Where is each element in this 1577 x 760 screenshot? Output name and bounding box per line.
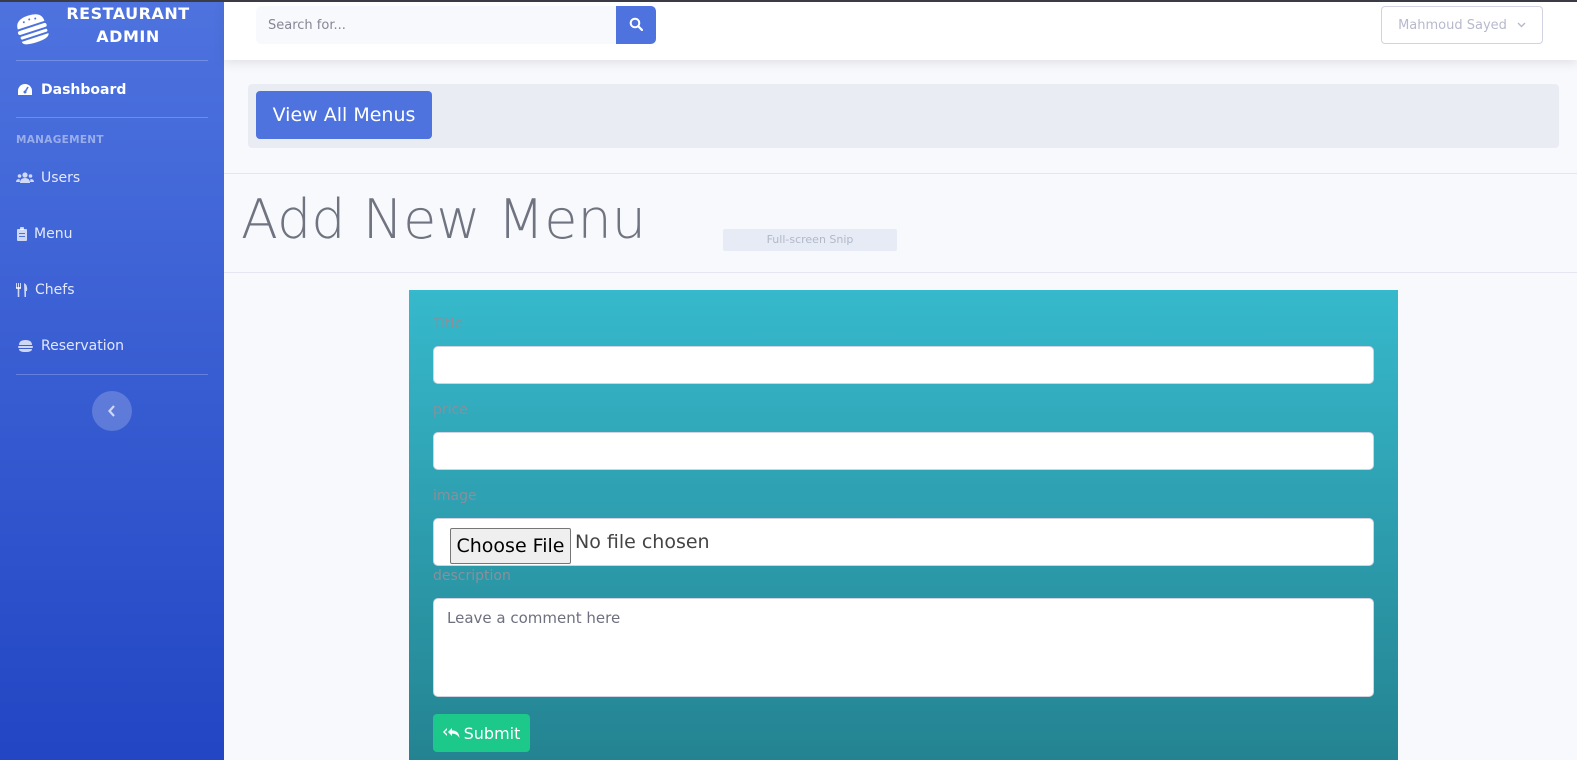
sidebar-item-label: Reservation bbox=[41, 338, 125, 354]
search-bar bbox=[256, 6, 656, 44]
sidebar: RESTAURANT ADMIN Dashboard MANAGEMENT Us… bbox=[0, 0, 224, 760]
tachometer-icon bbox=[16, 82, 34, 98]
user-dropdown[interactable]: Mahmoud Sayed bbox=[1381, 6, 1543, 44]
sidebar-toggle-button[interactable] bbox=[92, 391, 132, 431]
header-divider bbox=[224, 272, 1577, 273]
image-label: image bbox=[433, 488, 477, 504]
add-menu-form: Title price image Choose File No file ch… bbox=[409, 290, 1398, 760]
sidebar-item-label: Menu bbox=[34, 226, 73, 242]
description-label: description bbox=[433, 568, 511, 584]
reply-all-icon bbox=[442, 727, 460, 739]
sidebar-item-label: Chefs bbox=[35, 282, 75, 298]
title-label: Title bbox=[433, 316, 464, 332]
hamburger-icon bbox=[16, 338, 34, 354]
search-button[interactable] bbox=[616, 6, 656, 44]
sidebar-item-label: Dashboard bbox=[41, 82, 127, 98]
sidebar-item-users[interactable]: Users bbox=[16, 164, 80, 192]
window-top-border bbox=[0, 0, 1577, 2]
chevron-left-icon bbox=[108, 402, 116, 421]
sidebar-heading: MANAGEMENT bbox=[16, 134, 104, 146]
sidebar-divider bbox=[16, 374, 208, 375]
sidebar-item-dashboard[interactable]: Dashboard bbox=[16, 76, 126, 104]
page-title: Add New Menu bbox=[241, 188, 646, 251]
search-input[interactable] bbox=[256, 6, 616, 44]
chevron-down-icon bbox=[1517, 20, 1526, 31]
submit-label: Submit bbox=[463, 723, 521, 743]
clipboard-icon bbox=[16, 226, 27, 242]
brand-name: RESTAURANT ADMIN bbox=[58, 2, 198, 48]
choose-file-button[interactable]: Choose File bbox=[450, 528, 571, 564]
search-icon bbox=[629, 17, 644, 34]
sidebar-brand[interactable]: RESTAURANT ADMIN bbox=[0, 2, 224, 60]
view-all-menus-button[interactable]: View All Menus bbox=[256, 91, 432, 139]
submit-button[interactable]: Submit bbox=[433, 714, 530, 752]
utensils-icon bbox=[16, 282, 28, 298]
sidebar-item-label: Users bbox=[41, 170, 81, 186]
action-bar: View All Menus bbox=[248, 84, 1559, 148]
brand-line-2: ADMIN bbox=[96, 27, 160, 46]
price-input[interactable] bbox=[433, 432, 1374, 470]
file-status: No file chosen bbox=[575, 531, 710, 553]
sidebar-divider bbox=[16, 60, 208, 61]
brand-line-1: RESTAURANT bbox=[66, 4, 190, 23]
snip-overlay: Full-screen Snip bbox=[723, 229, 897, 251]
sidebar-item-reservation[interactable]: Reservation bbox=[16, 332, 124, 360]
description-textarea[interactable] bbox=[433, 598, 1374, 697]
image-file-input[interactable]: Choose File No file chosen bbox=[433, 518, 1374, 566]
title-input[interactable] bbox=[433, 346, 1374, 384]
burger-icon bbox=[14, 10, 50, 46]
user-name: Mahmoud Sayed bbox=[1398, 17, 1507, 33]
sidebar-divider bbox=[16, 117, 208, 118]
sidebar-item-chefs[interactable]: Chefs bbox=[16, 276, 74, 304]
topbar: Mahmoud Sayed bbox=[224, 2, 1577, 60]
sidebar-item-menu[interactable]: Menu bbox=[16, 220, 72, 248]
header-divider bbox=[224, 173, 1577, 174]
users-icon bbox=[16, 170, 34, 186]
price-label: price bbox=[433, 402, 468, 418]
